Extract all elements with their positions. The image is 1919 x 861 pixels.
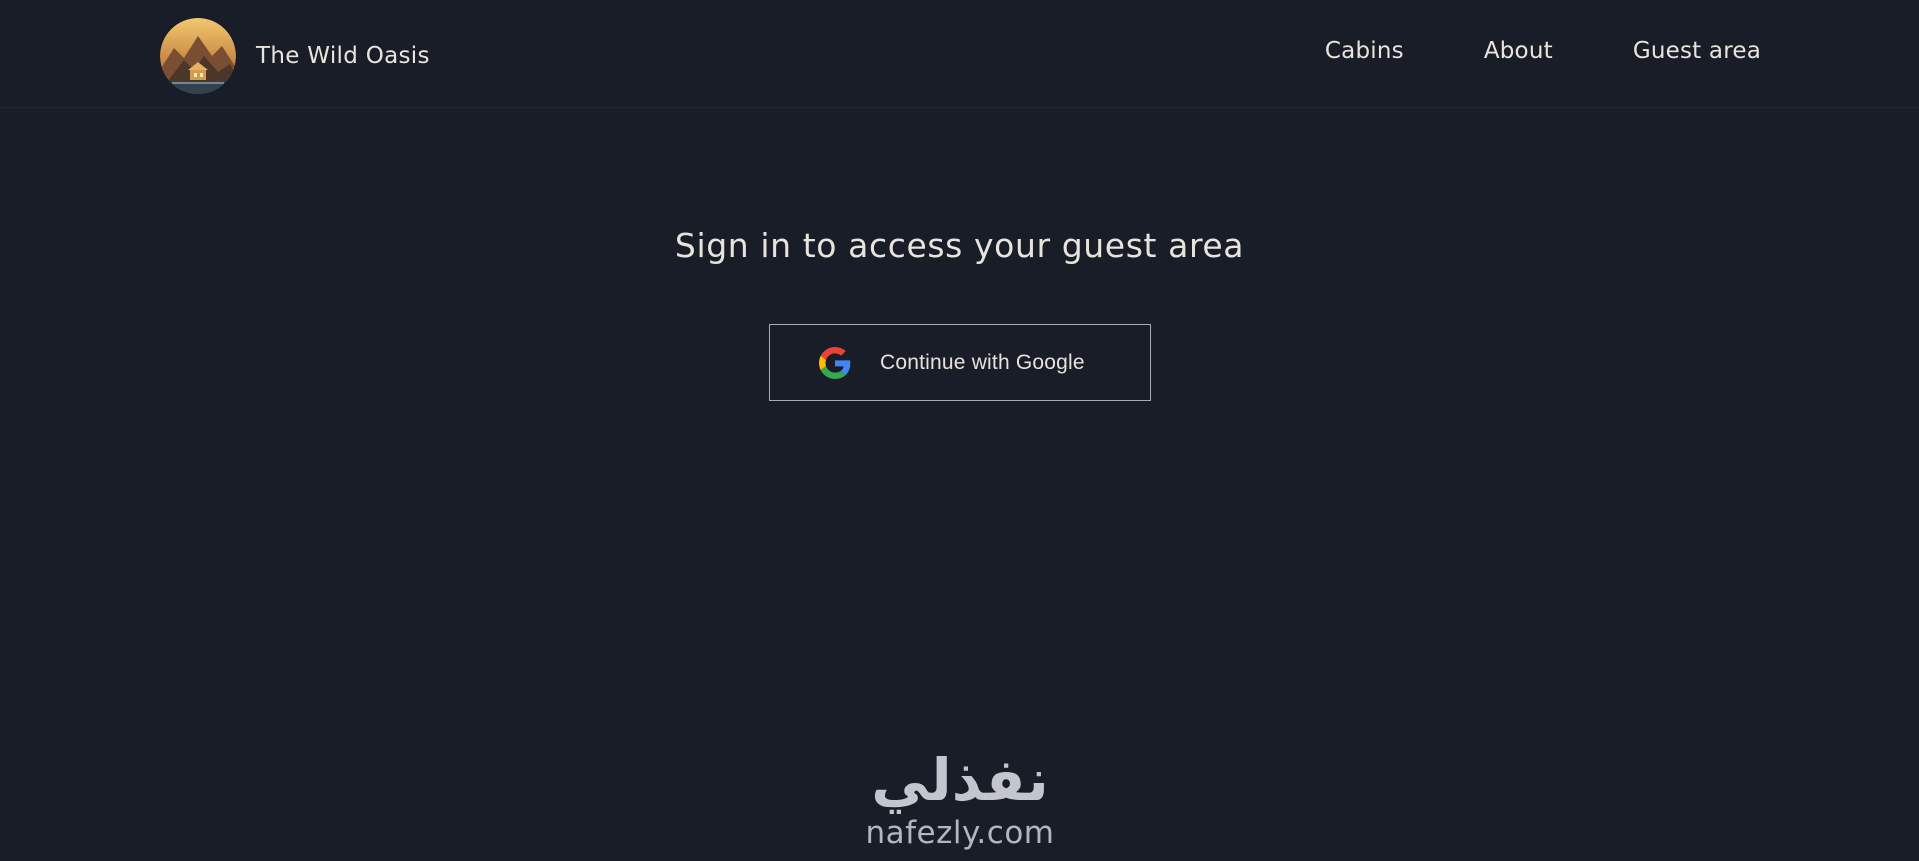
- nav-item-guest-area: Guest area: [1633, 38, 1761, 64]
- main-nav: Cabins About Guest area: [1325, 38, 1761, 64]
- nav-item-about: About: [1484, 38, 1553, 64]
- watermark-arabic-text: نفذلي: [871, 746, 1049, 814]
- brand-name: The Wild Oasis: [256, 43, 430, 69]
- nav-item-cabins: Cabins: [1325, 38, 1404, 64]
- nafezly-watermark: نفذلي nafezly.com: [840, 745, 1080, 861]
- brand-home-link[interactable]: The Wild Oasis: [160, 18, 430, 94]
- nav-link-guest-area[interactable]: Guest area: [1633, 38, 1761, 64]
- google-icon: [819, 346, 851, 379]
- nav-link-about[interactable]: About: [1484, 38, 1553, 64]
- page-title: Sign in to access your guest area: [674, 226, 1245, 265]
- continue-with-google-button[interactable]: Continue with Google: [769, 324, 1151, 401]
- site-header: The Wild Oasis Cabins About Guest area: [0, 0, 1919, 108]
- google-button-label: Continue with Google: [880, 350, 1085, 374]
- watermark-latin-text: nafezly.com: [865, 815, 1055, 851]
- cabin-mountain-logo-icon: [160, 18, 236, 94]
- nav-link-cabins[interactable]: Cabins: [1325, 38, 1404, 64]
